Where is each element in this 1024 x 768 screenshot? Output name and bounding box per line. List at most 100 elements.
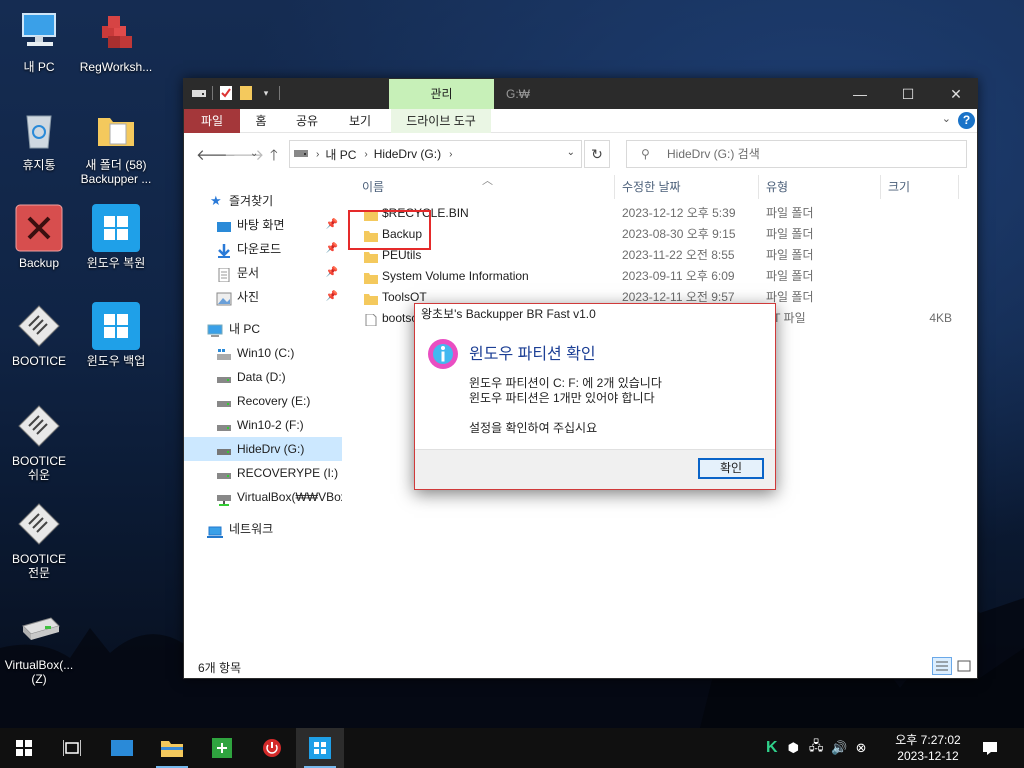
chevron-right-icon[interactable]: › [449, 149, 452, 160]
network-icon[interactable]: 🖧 [809, 737, 824, 759]
dialog-footer: 확인 [415, 449, 775, 489]
nav-drive-f[interactable]: Win10-2 (F:) [184, 413, 342, 437]
pin-icon[interactable]: 📌 [326, 213, 338, 237]
file-row[interactable]: PEUtils 2023-11-22 오전 8:55 파일 폴더 [344, 245, 979, 266]
breadcrumb-current[interactable]: HideDrv (G:) [374, 147, 441, 161]
nav-pictures[interactable]: 사진 📌 [184, 285, 342, 309]
taskbar-power-button[interactable] [248, 728, 296, 768]
large-icons-view-button[interactable] [954, 657, 974, 675]
pin-icon[interactable]: 📌 [326, 237, 338, 261]
nav-desktop[interactable]: 바탕 화면 📌 [184, 213, 342, 237]
clock[interactable]: 오후 7:27:02 2023-12-12 [888, 732, 968, 764]
divider[interactable] [880, 175, 881, 199]
divider[interactable] [614, 175, 615, 199]
folder-icon [161, 741, 183, 757]
desktop-icon-label: Backup [18, 256, 60, 270]
up-button[interactable]: 🡑 [270, 145, 278, 170]
nav-label: Win10 (C:) [237, 346, 295, 360]
nav-network[interactable]: 네트워크 [184, 517, 342, 541]
nav-drive-e[interactable]: Recovery (E:) [184, 389, 342, 413]
desktop-icon-windows-restore[interactable]: 윈도우 복원 [79, 204, 153, 270]
task-view-button[interactable] [48, 728, 96, 768]
taskbar-app-button[interactable] [198, 728, 246, 768]
volume-icon[interactable]: 🔊 [831, 740, 847, 756]
desktop-icon-bootice[interactable]: BOOTICE [2, 302, 76, 368]
mute-status-icon[interactable]: ⊗ [856, 740, 867, 756]
file-row[interactable]: System Volume Information 2023-09-11 오후 … [344, 266, 979, 287]
nav-quick-access[interactable]: ★ 즐겨찾기 [184, 189, 342, 213]
file-type: 파일 폴더 [766, 269, 814, 283]
message-dialog[interactable]: 왕초보's Backupper BR Fast v1.0 윈도우 파티션 확인 … [414, 303, 776, 490]
details-view-button[interactable] [932, 657, 952, 675]
minimize-button[interactable]: — [837, 79, 883, 109]
quick-access-toolbar: ▾ [192, 85, 280, 101]
chevron-right-icon[interactable]: › [364, 149, 367, 160]
nav-documents[interactable]: 문서 📌 [184, 261, 342, 285]
tab-view[interactable]: 보기 [340, 109, 380, 133]
divider[interactable] [958, 175, 959, 199]
nav-drive-vbox[interactable]: VirtualBox(₩₩VBox [184, 485, 342, 509]
nav-this-pc[interactable]: 내 PC [184, 317, 342, 341]
tab-home[interactable]: 홈 [244, 109, 278, 133]
desktop-icon-bootice-pro[interactable]: BOOTICE 전문 [2, 500, 76, 580]
highlight-annotation [348, 210, 431, 250]
search-input[interactable]: ⚲ HideDrv (G:) 검색 [626, 140, 967, 168]
pin-icon[interactable]: 📌 [326, 285, 338, 309]
taskbar-desktop-button[interactable] [98, 728, 146, 768]
desktop-icon-virtualbox[interactable]: VirtualBox(... (Z) [2, 606, 76, 686]
notifications-button[interactable] [970, 728, 1010, 768]
desktop-icon-bootice-easy[interactable]: BOOTICE 쉬운 [2, 402, 76, 482]
taskbar-explorer-button[interactable] [148, 728, 196, 768]
network-drive-icon [15, 606, 63, 654]
desktop-icon-regworkshop[interactable]: RegWorksh... [79, 8, 153, 74]
close-button[interactable]: ✕ [933, 79, 979, 109]
tab-manage[interactable]: 관리 [389, 79, 494, 109]
cube-icon[interactable]: ⬢ [788, 740, 799, 756]
nav-drive-i[interactable]: RECOVERYPE (I:) [184, 461, 342, 485]
chevron-right-icon[interactable]: › [316, 149, 319, 160]
nav-label: VirtualBox(₩₩VBox [237, 490, 342, 504]
tab-share[interactable]: 공유 [288, 109, 326, 133]
desktop-icon-backup[interactable]: Backup [2, 204, 76, 270]
desktop-icon-recycle-bin[interactable]: 휴지통 [2, 106, 76, 172]
desktop-icon-this-pc[interactable]: 내 PC [2, 8, 76, 74]
maximize-button[interactable]: ☐ [885, 79, 931, 109]
tab-drive-tools[interactable]: 드라이브 도구 [391, 109, 491, 133]
chevron-down-icon[interactable]: ▾ [259, 85, 273, 101]
column-header-date[interactable]: 수정한 날짜 [622, 175, 681, 199]
help-icon[interactable]: ? [958, 112, 975, 129]
close-icon [15, 204, 63, 252]
ok-button[interactable]: 확인 [698, 458, 764, 479]
divider[interactable] [758, 175, 759, 199]
file-date: 2023-12-12 오후 5:39 [622, 206, 736, 220]
taskbar-backupper-button[interactable] [296, 728, 344, 768]
tab-file[interactable]: 파일 [184, 109, 240, 133]
dialog-title[interactable]: 왕초보's Backupper BR Fast v1.0 [415, 304, 775, 324]
title-bar[interactable]: ▾ 관리 G:₩ — ☐ ✕ [184, 79, 977, 109]
desktop-icon-label: BOOTICE [11, 354, 66, 368]
properties-icon[interactable] [219, 85, 233, 101]
breadcrumb-this-pc[interactable]: 내 PC [325, 146, 356, 163]
chevron-down-icon[interactable]: ⌄ [942, 112, 951, 125]
nav-drive-c[interactable]: Win10 (C:) [184, 341, 342, 365]
column-header-name[interactable]: 이름 [362, 175, 384, 199]
new-folder-icon[interactable] [239, 85, 253, 101]
k-app-icon[interactable]: K [766, 739, 778, 757]
chevron-down-icon[interactable]: ⌄ [567, 147, 575, 158]
desktop-icon-new-folder[interactable]: 새 폴더 (58) Backupper ... [79, 106, 153, 186]
nav-drive-d[interactable]: Data (D:) [184, 365, 342, 389]
pin-icon[interactable]: 📌 [326, 261, 338, 285]
file-row[interactable]: Backup 2023-08-30 오후 9:15 파일 폴더 [344, 224, 979, 245]
desktop-icon-windows-backup[interactable]: 윈도우 백업 [79, 302, 153, 368]
start-button[interactable] [0, 728, 48, 768]
address-bar[interactable]: › 내 PC › HideDrv (G:) › ⌄ [289, 140, 582, 168]
column-header-size[interactable]: 크기 [888, 175, 910, 199]
nav-downloads[interactable]: 다운로드 📌 [184, 237, 342, 261]
file-row[interactable]: $RECYCLE.BIN 2023-12-12 오후 5:39 파일 폴더 [344, 203, 979, 224]
nav-drive-g[interactable]: HideDrv (G:) [184, 437, 342, 461]
column-header-type[interactable]: 유형 [766, 175, 788, 199]
refresh-button[interactable]: ↻ [584, 140, 610, 168]
drive-icon [192, 85, 206, 101]
recent-locations-button[interactable]: ⌄ [250, 148, 258, 159]
windows-logo-icon [92, 204, 140, 252]
